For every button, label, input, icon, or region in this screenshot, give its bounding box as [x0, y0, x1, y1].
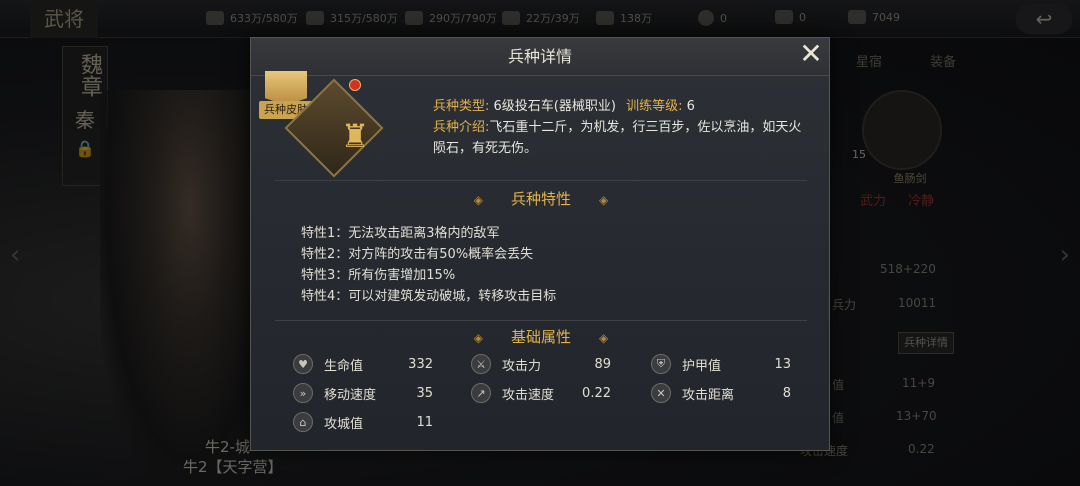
trait-item: 特性4：可以对建筑发动破城，转移攻击目标 — [301, 289, 557, 304]
trait-item: 特性1：无法攻击距离3格内的敌军 — [301, 226, 500, 241]
ornament-icon: ◈ — [473, 331, 483, 345]
stat-label: 攻击速度 — [502, 387, 555, 403]
intro-label: 兵种介绍: — [433, 120, 490, 135]
stat-value: 0.22 — [582, 385, 611, 401]
stat-value: 35 — [416, 385, 433, 401]
close-icon[interactable]: ✕ — [796, 40, 826, 70]
boot-icon: » — [293, 383, 313, 403]
trait-item: 特性2：对方阵的攻击有50%概率会丢失 — [301, 247, 534, 262]
heart-icon: ♥ — [293, 354, 313, 374]
type-label: 兵种类型: — [433, 99, 490, 114]
range-icon: ✕ — [651, 383, 671, 403]
traits-title: 兵种特性 — [510, 190, 571, 208]
stat-value: 8 — [782, 385, 791, 401]
skin-flag-icon — [265, 71, 307, 105]
stat-label: 攻击力 — [502, 358, 542, 374]
siege-icon: ⌂ — [293, 412, 313, 432]
stat-label: 移动速度 — [324, 387, 377, 403]
ornament-icon: ◈ — [473, 193, 483, 207]
stat-siege: ⌂ 攻城值 11 — [293, 412, 433, 432]
stat-move-speed: » 移动速度 35 — [293, 383, 433, 403]
stat-attack-speed: ↗ 攻击速度 0.22 — [471, 383, 611, 403]
gem-icon — [349, 79, 361, 91]
stat-value: 13 — [774, 356, 791, 372]
troop-info: 兵种类型: 6级投石车(器械职业) 训练等级: 6 兵种介绍:飞石重十二斤，为机… — [433, 96, 813, 159]
divider — [275, 180, 807, 181]
traits-header: ◈ 兵种特性 ◈ — [251, 188, 831, 209]
training-value: 6 — [686, 99, 695, 114]
armor-icon: ⛨ — [651, 354, 671, 374]
traits-list: 特性1：无法攻击距离3格内的敌军 特性2：对方阵的攻击有50%概率会丢失 特性3… — [301, 223, 556, 307]
base-stats-title: 基础属性 — [510, 328, 571, 346]
troop-detail-modal: 兵种详情 兵种皮肤 ♜ 兵种类型: 6级投石车(器械职业) 训练等级: 6 兵种… — [250, 37, 830, 451]
trait-item: 特性3：所有伤害增加15% — [301, 268, 456, 283]
stat-hp: ♥ 生命值 332 — [293, 354, 433, 374]
stat-value: 11 — [416, 414, 433, 430]
stat-attack: ⚔ 攻击力 89 — [471, 354, 611, 374]
stat-armor: ⛨ 护甲值 13 — [651, 354, 791, 374]
attack-icon: ⚔ — [471, 354, 491, 374]
intro-value: 飞石重十二斤，为机发，行三百步，佐以烹油，如天火陨石，有死无伤。 — [433, 120, 802, 156]
stat-label: 攻城值 — [324, 416, 364, 432]
stat-value: 89 — [594, 356, 611, 372]
ornament-icon: ◈ — [599, 193, 609, 207]
stat-label: 生命值 — [324, 358, 364, 374]
divider — [275, 320, 807, 321]
modal-title: 兵种详情 — [251, 38, 829, 76]
type-value: 6级投石车(器械职业) — [493, 99, 616, 114]
base-stats-header: ◈ 基础属性 ◈ — [251, 326, 831, 347]
stat-label: 攻击距离 — [682, 387, 735, 403]
catapult-icon: ♜ — [340, 117, 370, 155]
ornament-icon: ◈ — [599, 331, 609, 345]
stat-attack-range: ✕ 攻击距离 8 — [651, 383, 791, 403]
stat-value: 332 — [408, 356, 433, 372]
training-label: 训练等级: — [626, 99, 683, 114]
stat-label: 护甲值 — [682, 358, 722, 374]
attack-speed-icon: ↗ — [471, 383, 491, 403]
